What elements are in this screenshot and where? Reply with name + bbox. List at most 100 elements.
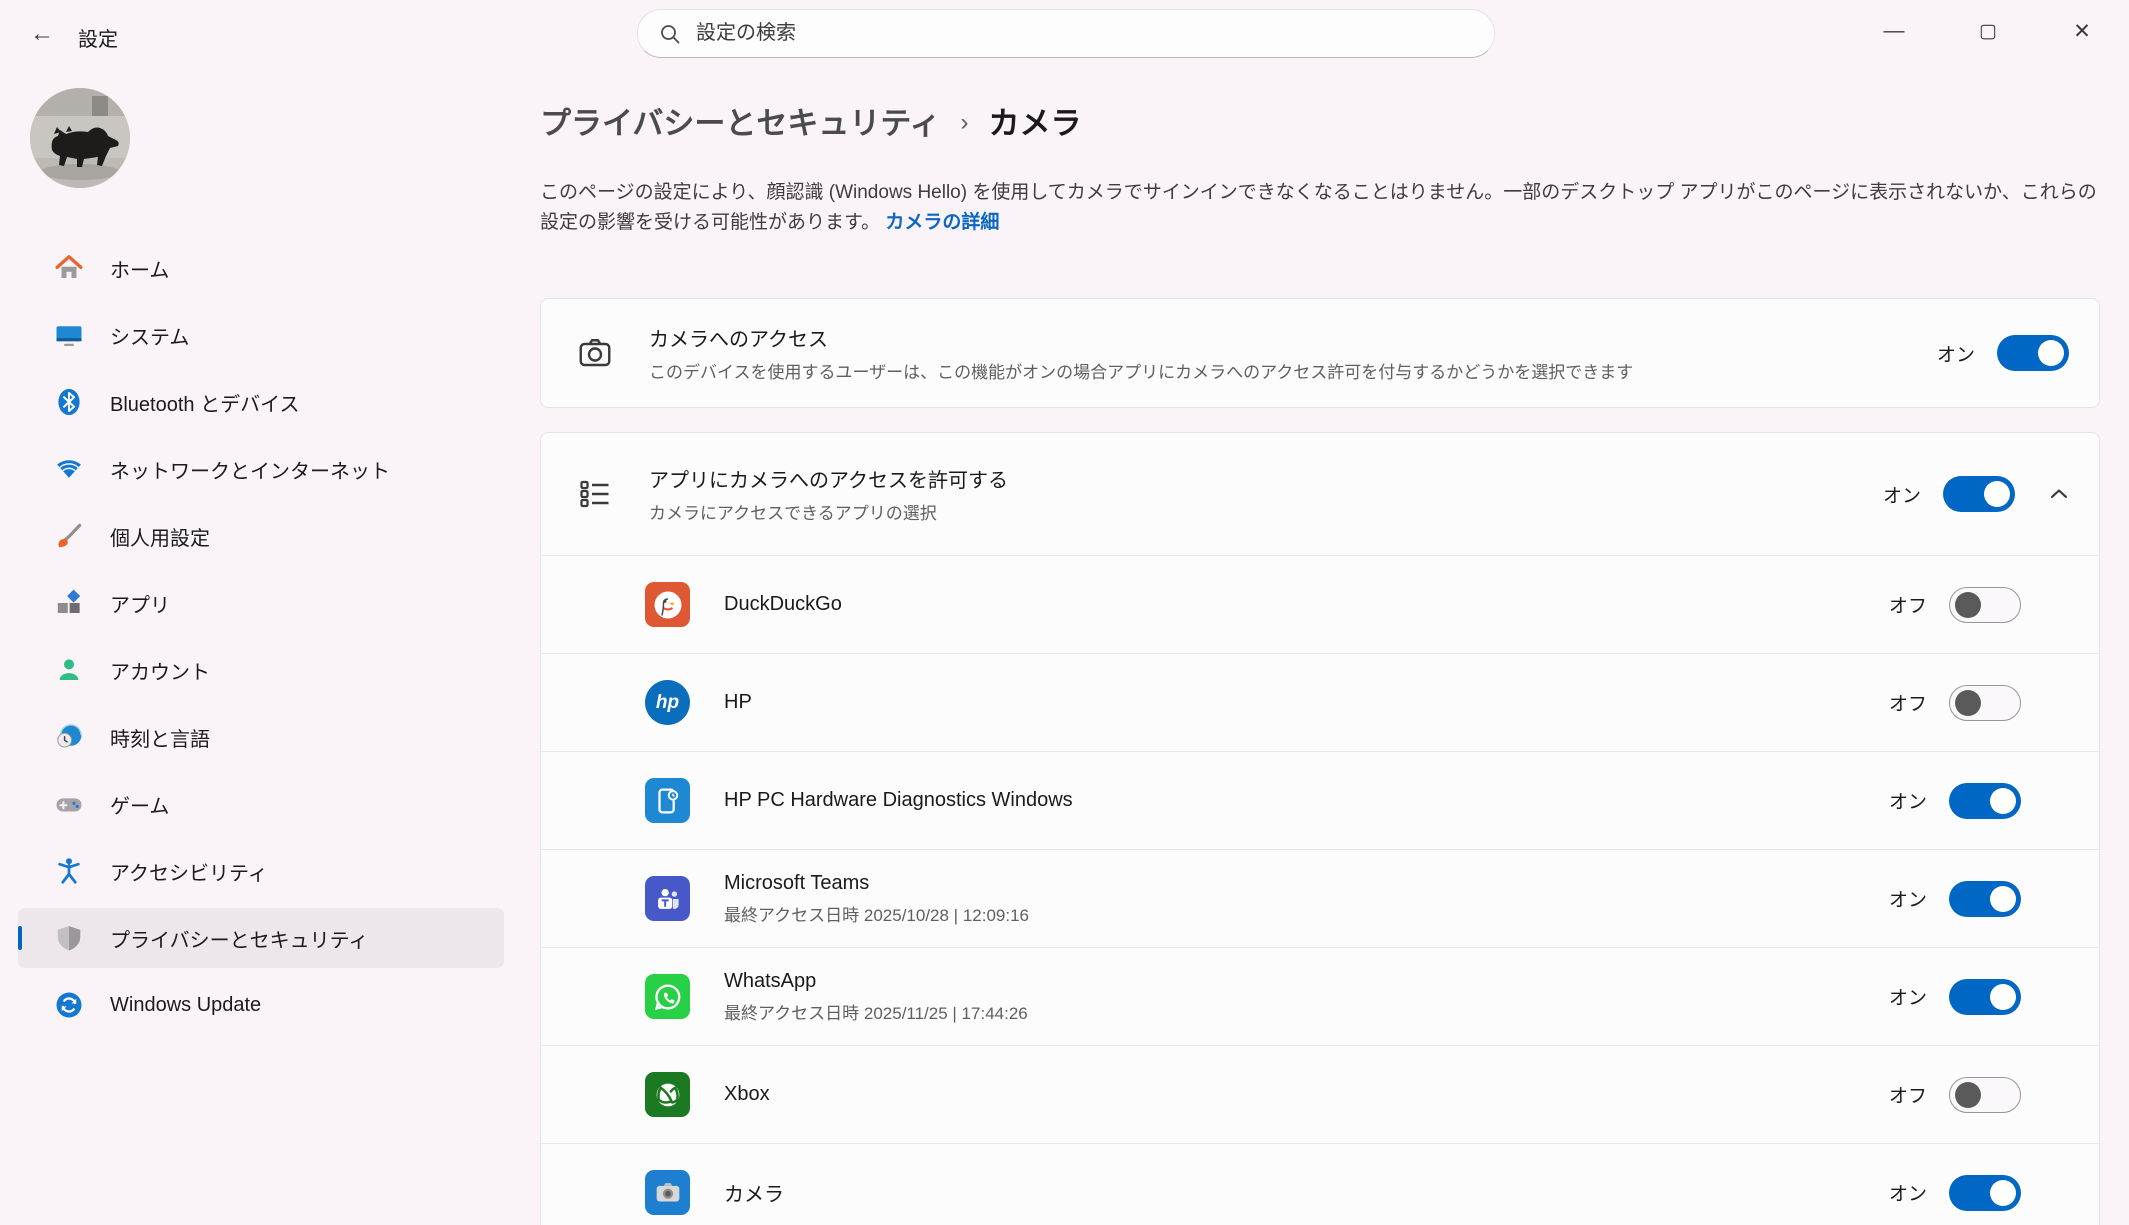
sidebar-item-time-language[interactable]: 時刻と言語 [18,707,504,767]
app-name: Xbox [724,1083,1889,1106]
back-button[interactable]: ← [22,16,62,52]
camera-icon [577,335,613,371]
app-toggle-hp-diagnostics[interactable] [1949,783,2021,819]
app-row-whatsapp: WhatsApp 最終アクセス日時 2025/11/25 | 17:44:26 … [541,947,2099,1045]
app-name: HP [724,691,1889,714]
page-description: このページの設定により、顔認識 (Windows Hello) を使用してカメラ… [540,178,2100,238]
sidebar-item-label: Windows Update [110,994,261,1017]
camera-access-toggle[interactable] [1997,335,2069,371]
sidebar-item-personalization[interactable]: 個人用設定 [18,506,504,566]
search-input[interactable] [696,22,1474,45]
sidebar-item-windows-update[interactable]: Windows Update [18,975,504,1035]
sidebar-item-bluetooth-devices[interactable]: Bluetooth とデバイス [18,372,504,432]
app-state-label: オン [1889,885,1927,912]
system-icon [54,320,84,350]
app-last-access: 最終アクセス日時 2025/11/25 | 17:44:26 [724,999,1889,1024]
sidebar-item-label: 個人用設定 [110,522,210,551]
cat-photo [30,88,130,188]
apps-list-icon [577,476,613,512]
maximize-button[interactable]: ▢ [1941,0,2035,62]
app-toggle-whatsapp[interactable] [1949,979,2021,1015]
bluetooth-icon [54,387,84,417]
page-description-text: このページの設定により、顔認識 (Windows Hello) を使用してカメラ… [540,182,2097,233]
microsoft-teams-icon [645,876,690,921]
camera-access-card: カメラへのアクセス このデバイスを使用するユーザーは、この機能がオンの場合アプリ… [540,298,2100,408]
app-name: WhatsApp [724,970,1889,993]
app-name: カメラ [724,1178,1889,1207]
sidebar-item-label: 時刻と言語 [110,723,210,752]
xbox-icon [645,1072,690,1117]
app-access-card: アプリにカメラへのアクセスを許可する カメラにアクセスできるアプリの選択 オン [540,432,2100,1225]
accounts-icon [54,655,84,685]
sidebar-item-label: アプリ [110,589,170,618]
settings-search-box[interactable] [637,9,1495,58]
sidebar-nav: ホーム システム Bluetooth とデバイス [18,238,504,1042]
app-toggle-windows-camera[interactable] [1949,1175,2021,1211]
app-row-hp-diagnostics: HP PC Hardware Diagnostics Windows オン [541,751,2099,849]
app-row-duckduckgo: DuckDuckGo オフ [541,555,2099,653]
personalization-brush-icon [54,521,84,551]
app-state-label: オン [1889,983,1927,1010]
app-last-access: 最終アクセス日時 2025/10/28 | 12:09:16 [724,901,1889,926]
sidebar-item-apps[interactable]: アプリ [18,573,504,633]
app-row-windows-camera: カメラ オン [541,1143,2099,1225]
whatsapp-icon [645,974,690,1019]
sidebar-item-system[interactable]: システム [18,305,504,365]
gaming-controller-icon [54,789,84,819]
sidebar-item-label: システム [110,321,189,350]
user-avatar[interactable] [30,88,130,188]
network-wifi-icon [54,454,84,484]
sidebar-item-gaming[interactable]: ゲーム [18,774,504,834]
duckduckgo-icon [645,582,690,627]
sidebar-item-home[interactable]: ホーム [18,238,504,298]
app-toggle-hp[interactable] [1949,685,2021,721]
app-name: DuckDuckGo [724,593,1889,616]
app-title: 設定 [78,23,118,52]
sidebar: ホーム システム Bluetooth とデバイス [0,70,520,1225]
breadcrumb-parent[interactable]: プライバシーとセキュリティ [540,98,941,143]
sidebar-item-label: Bluetooth とデバイス [110,388,299,417]
app-toggle-microsoft-teams[interactable] [1949,881,2021,917]
camera-access-subtitle: このデバイスを使用するユーザーは、この機能がオンの場合アプリにカメラへのアクセス… [649,358,1937,383]
app-state-label: オフ [1889,689,1927,716]
sidebar-item-label: ゲーム [110,790,169,819]
close-button[interactable]: ✕ [2035,0,2129,62]
app-access-title: アプリにカメラへのアクセスを許可する [649,464,1883,493]
camera-access-state-label: オン [1937,340,1975,367]
app-row-xbox: Xbox オフ [541,1045,2099,1143]
app-toggle-xbox[interactable] [1949,1077,2021,1113]
app-row-hp: hp HP オフ [541,653,2099,751]
app-row-microsoft-teams: Microsoft Teams 最終アクセス日時 2025/10/28 | 12… [541,849,2099,947]
app-access-header[interactable]: アプリにカメラへのアクセスを許可する カメラにアクセスできるアプリの選択 オン [541,433,2099,555]
app-access-state-label: オン [1883,481,1921,508]
sidebar-item-accounts[interactable]: アカウント [18,640,504,700]
hp-diagnostics-icon [645,778,690,823]
windows-camera-icon [645,1170,690,1215]
sidebar-item-label: プライバシーとセキュリティ [110,924,368,953]
breadcrumb-separator-icon: › [961,105,969,137]
breadcrumb: プライバシーとセキュリティ › カメラ [540,98,1082,143]
app-toggle-duckduckgo[interactable] [1949,587,2021,623]
camera-access-title: カメラへのアクセス [649,323,1937,352]
window-controls: — ▢ ✕ [1847,0,2129,64]
app-access-subtitle: カメラにアクセスできるアプリの選択 [649,499,1883,524]
sidebar-item-label: ネットワークとインターネット [110,455,390,484]
titlebar: ← 設定 — ▢ ✕ [0,0,2129,70]
app-access-toggle[interactable] [1943,476,2015,512]
chevron-up-icon[interactable] [2045,480,2073,508]
search-icon [658,22,682,46]
minimize-button[interactable]: — [1847,0,1941,62]
sidebar-item-accessibility[interactable]: アクセシビリティ [18,841,504,901]
page-title: カメラ [989,98,1082,143]
sidebar-item-privacy-security[interactable]: プライバシーとセキュリティ [18,908,504,968]
time-language-icon [54,722,84,752]
sidebar-item-label: アクセシビリティ [110,857,268,886]
app-state-label: オフ [1889,1081,1927,1108]
sidebar-item-label: ホーム [110,254,169,283]
camera-details-link[interactable]: カメラの詳細 [885,212,999,233]
sidebar-item-network-internet[interactable]: ネットワークとインターネット [18,439,504,499]
app-name: HP PC Hardware Diagnostics Windows [724,789,1889,812]
main-content: プライバシーとセキュリティ › カメラ このページの設定により、顔認識 (Win… [540,70,2100,1225]
apps-icon [54,588,84,618]
accessibility-person-icon [54,856,84,886]
